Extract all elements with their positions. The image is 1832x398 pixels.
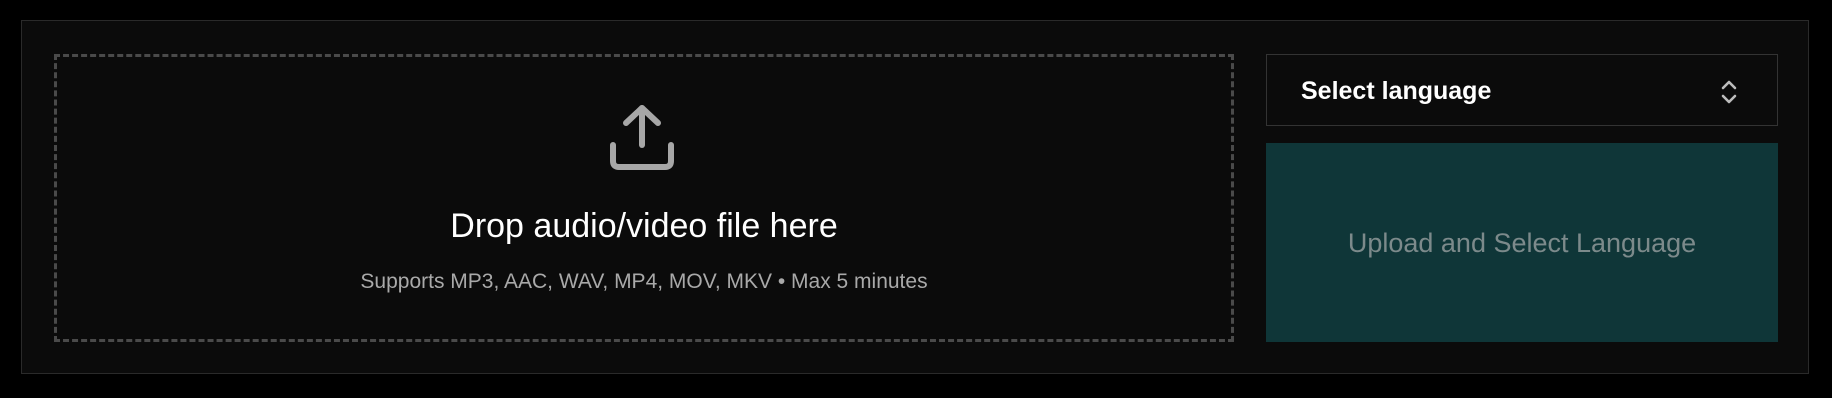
language-select[interactable]: Select language [1266, 54, 1778, 126]
language-select-value: Select language [1301, 77, 1492, 105]
upload-and-select-language-button[interactable]: Upload and Select Language [1266, 143, 1778, 342]
dropzone-supported-formats: Supports MP3, AAC, WAV, MP4, MOV, MKV • … [360, 270, 928, 293]
file-dropzone[interactable] [54, 54, 1234, 342]
upload-icon [610, 105, 674, 170]
chevron-up-down-icon [1721, 80, 1737, 104]
dropzone-title: Drop audio/video file here [450, 207, 838, 245]
